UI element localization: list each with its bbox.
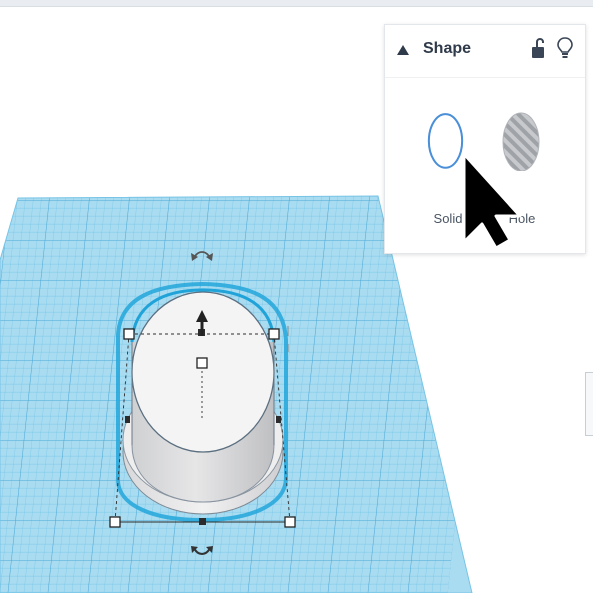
- lightbulb-icon: [557, 37, 573, 58]
- handle-center: [196, 357, 208, 369]
- lock-button[interactable]: [529, 35, 549, 63]
- light-button[interactable]: [555, 35, 575, 63]
- collapse-button[interactable]: [391, 39, 415, 63]
- triangle-up-icon: [397, 42, 409, 60]
- mouse-pointer-icon: [462, 152, 522, 250]
- inspector-title: Shape: [423, 40, 472, 57]
- handle-top-right: [268, 328, 280, 340]
- handle-bottom-right: [284, 516, 296, 528]
- handle-bottom-left: [109, 516, 121, 528]
- view-cube-edge[interactable]: [585, 372, 593, 436]
- inspector-header: Shape: [385, 25, 585, 78]
- handle-top-left: [123, 328, 135, 340]
- unlock-icon: [532, 38, 544, 58]
